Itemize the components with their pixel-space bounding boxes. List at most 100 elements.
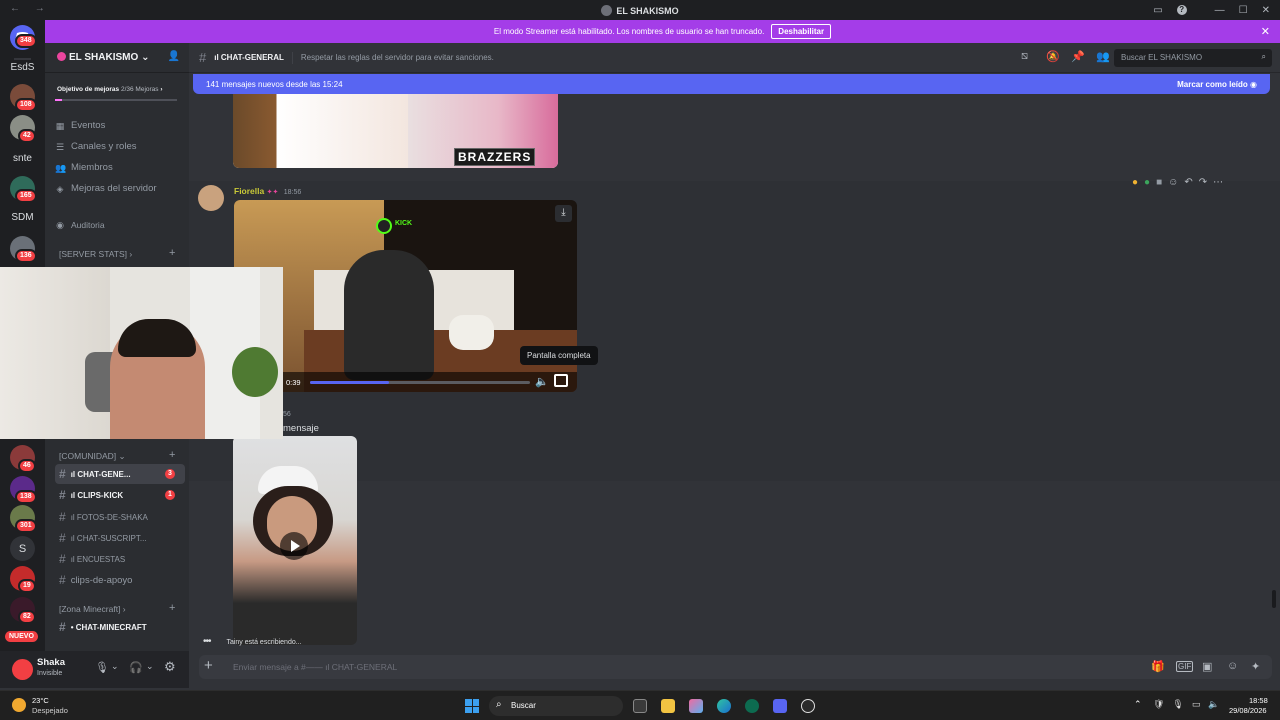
new-messages-bar[interactable]: 141 mensajes nuevos desde las 15:24 Marc… (193, 74, 1270, 94)
avatar[interactable] (198, 185, 224, 211)
more-icon[interactable]: ⋯ (1213, 177, 1223, 188)
webcam-hair (118, 319, 196, 357)
sidebar-item-eventos[interactable]: ▦ Eventos (55, 120, 106, 131)
hash-icon: # (59, 488, 66, 502)
category-comunidad[interactable]: [COMUNIDAD] ⌄ (59, 451, 126, 462)
message-actions: ● ● ■ ☺ ↶ ↷ ⋯ (1132, 177, 1223, 188)
task-view-icon[interactable] (633, 699, 647, 713)
avatar[interactable] (12, 659, 33, 680)
forward-icon[interactable]: ↷ (1199, 177, 1207, 188)
play-icon[interactable] (280, 532, 308, 560)
edge-icon[interactable] (717, 699, 731, 713)
guild-badge-2: 42 (18, 129, 36, 143)
maximize-icon[interactable]: ☐ (1239, 5, 1248, 16)
video-scrubber[interactable] (310, 381, 530, 384)
reaction-emoji-icon[interactable]: ● (1132, 177, 1138, 188)
chevron-down-icon: ⌄ (141, 52, 150, 63)
boost-progress-track (55, 99, 177, 101)
microphone-icon[interactable]: 🎙 (95, 661, 109, 674)
app-icon[interactable] (745, 699, 759, 713)
user-name[interactable]: Shaka (37, 657, 65, 668)
weather-icon[interactable] (12, 698, 26, 712)
video-thumbnail[interactable] (233, 436, 357, 645)
channel-clips-de-apoyo[interactable]: # clips-de-apoyo (55, 570, 185, 590)
author-name[interactable]: Fiorella (234, 186, 264, 196)
obs-icon[interactable] (801, 699, 815, 713)
chevron-down-icon[interactable]: ⌄ (111, 661, 119, 672)
list-icon: ☰ (55, 141, 65, 152)
disable-streamer-button[interactable]: Deshabilitar (771, 24, 832, 39)
headphones-icon[interactable]: 🎧 (129, 661, 143, 674)
inbox-icon[interactable]: ▭ (1153, 5, 1162, 16)
channel-title: ıl CHAT-GENERAL (214, 53, 284, 62)
channel-fotos-de-shaka[interactable]: # ıl FOTOS-DE-SHAKA (55, 507, 185, 527)
pin-icon[interactable]: 📌 (1071, 50, 1085, 63)
help-icon[interactable]: ? (1176, 5, 1187, 15)
guild-sdm[interactable]: SDM (0, 212, 45, 223)
file-explorer-icon[interactable] (661, 699, 675, 713)
download-icon[interactable]: ⤓ (555, 205, 572, 222)
taskbar-search[interactable]: ⌕ Buscar (489, 696, 623, 716)
volume-icon[interactable]: 🔈 (535, 375, 549, 388)
new-label[interactable]: NUEVO (5, 631, 38, 642)
sidebar-item-canales[interactable]: ☰ Canales y roles (55, 141, 137, 152)
category-zona-minecraft[interactable]: [Zona Minecraft] › (59, 604, 126, 614)
sidebar-item-miembros[interactable]: 👥 Miembros (55, 162, 113, 173)
close-icon[interactable]: ✕ (1261, 25, 1270, 38)
add-channel-icon[interactable]: + (169, 602, 175, 614)
close-icon[interactable]: ✕ (1262, 5, 1270, 16)
gif-icon[interactable]: GIF (1176, 661, 1194, 672)
sidebar-item-auditoria[interactable]: ◉ Auditoria (55, 220, 105, 230)
message-composer[interactable]: + Enviar mensaje a #—— ıl CHAT-GENERAL 🎁… (199, 655, 1272, 679)
boost-goal[interactable]: Objetivo de mejoras 2/36 Mejoras › (53, 83, 181, 98)
server-header[interactable]: EL SHAKISMO ⌄ 👤 (45, 43, 189, 73)
tray-chevron-icon[interactable]: ⌃ (1134, 699, 1142, 710)
search-input[interactable]: Buscar EL SHAKISMO ⌕ (1114, 49, 1272, 67)
minimize-icon[interactable]: — (1215, 5, 1225, 16)
channel-encuestas[interactable]: # ıl ENCUESTAS (55, 549, 185, 569)
threads-icon[interactable]: ⧅ (1021, 50, 1028, 63)
add-channel-icon[interactable]: + (169, 449, 175, 461)
chevron-down-icon[interactable]: ⌄ (146, 661, 154, 672)
boost-icon: ◈ (56, 183, 64, 194)
category-server-stats[interactable]: [SERVER STATS] › (59, 249, 132, 259)
reply-icon[interactable]: ↶ (1184, 177, 1192, 188)
scrollbar[interactable] (1272, 590, 1276, 608)
reaction-emoji-icon[interactable]: ■ (1156, 177, 1162, 188)
channel-clips-kick[interactable]: # ıl CLIPS-KICK 1 (55, 485, 185, 505)
user-panel: Shaka Invisible 🎙 ⌄ 🎧 ⌄ ⚙ (0, 651, 189, 688)
channel-label: • CHAT-MINECRAFT (70, 622, 147, 632)
sidebar-item-mejoras[interactable]: ◈ Mejoras del servidor (55, 183, 157, 194)
gear-icon[interactable]: ⚙ (164, 659, 176, 675)
windows-start-icon[interactable] (465, 699, 479, 713)
gift-icon[interactable]: 🎁 (1151, 660, 1165, 673)
message-time: 18:56 (283, 189, 302, 196)
add-attachment-icon[interactable]: + (204, 657, 213, 674)
copilot-icon[interactable] (689, 699, 703, 713)
apps-icon[interactable]: ✦ (1251, 660, 1260, 673)
tray-icons[interactable]: 🛡🎙▭🔈 (1153, 699, 1228, 710)
clock-time[interactable]: 18:58 (1249, 696, 1268, 705)
video-scrubber-fill (310, 381, 390, 384)
discord-taskbar-icon[interactable] (773, 699, 787, 713)
guild-snte[interactable]: snte (0, 153, 45, 164)
clock-date[interactable]: 29/08/2026 (1229, 706, 1267, 715)
reaction-emoji-icon[interactable]: ● (1144, 177, 1150, 188)
notifications-muted-icon[interactable]: 🔕 (1046, 50, 1060, 63)
fullscreen-icon[interactable] (554, 374, 568, 387)
guild-s[interactable]: S (10, 536, 35, 561)
boost-goal-label: Objetivo de mejoras (57, 86, 120, 93)
mark-read-button[interactable]: Marcar como leído ◉ (1177, 80, 1257, 89)
sidebar-item-label: Mejoras del servidor (71, 183, 157, 194)
channel-chat-general[interactable]: # ıl CHAT-GENE... 3 (55, 464, 185, 484)
add-reaction-icon[interactable]: ☺ (1168, 177, 1178, 188)
guild-esds[interactable]: EsdS (0, 62, 45, 73)
channel-chat-minecraft[interactable]: # • CHAT-MINECRAFT (55, 617, 185, 637)
add-member-icon[interactable]: 👤 (168, 51, 180, 62)
add-channel-icon[interactable]: + (169, 247, 175, 259)
member-list-icon[interactable]: 👥 (1096, 50, 1110, 63)
unread-badge: 1 (165, 490, 175, 500)
channel-chat-suscript[interactable]: # ıl CHAT-SUSCRIPT... (55, 528, 185, 548)
emoji-icon[interactable]: ☺ (1227, 660, 1238, 672)
sticker-icon[interactable]: ▣ (1202, 660, 1212, 673)
